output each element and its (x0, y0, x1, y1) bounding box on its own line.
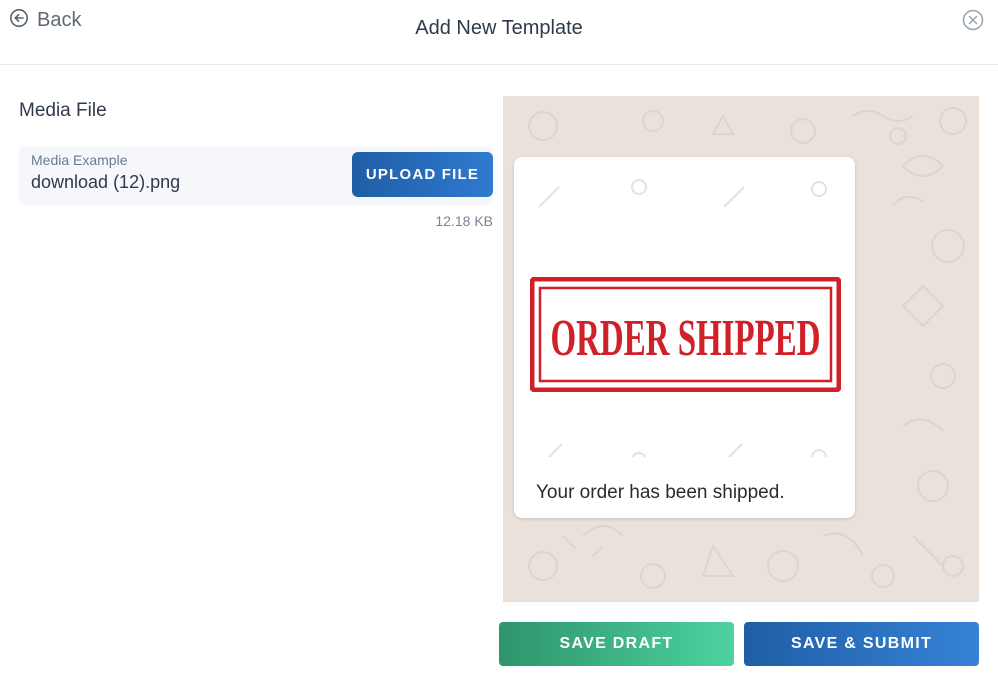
media-file-heading: Media File (19, 100, 107, 121)
close-button[interactable] (962, 9, 984, 31)
media-field-label: Media Example (31, 152, 128, 168)
dialog-header: Back Add New Template (0, 0, 998, 65)
media-file-name: download (12).png (31, 172, 181, 192)
save-draft-button[interactable]: SAVE DRAFT (499, 622, 734, 666)
upload-file-button[interactable]: UPLOAD FILE (352, 152, 493, 197)
page-title: Add New Template (415, 17, 583, 39)
file-size-label: 12.18 KB (435, 213, 493, 229)
media-file-field: Media Example download (12).png UPLOAD F… (19, 146, 493, 205)
close-circle-icon (962, 9, 984, 31)
svg-text:ORDER SHIPPED: ORDER SHIPPED (551, 310, 821, 367)
message-bubble: ORDER SHIPPED Your order has been shippe… (514, 157, 855, 518)
order-shipped-stamp: ORDER SHIPPED (529, 276, 842, 393)
message-preview: ORDER SHIPPED Your order has been shippe… (503, 96, 979, 602)
save-submit-button[interactable]: SAVE & SUBMIT (744, 622, 979, 666)
message-body: Your order has been shipped. (536, 482, 785, 503)
